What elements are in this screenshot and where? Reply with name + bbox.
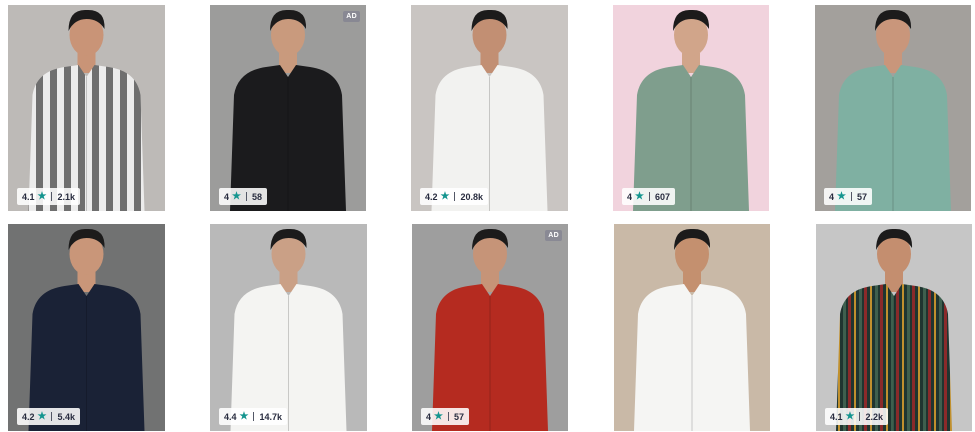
rating-count: 14.7k [259, 411, 283, 422]
product-image [230, 228, 347, 431]
divider [447, 412, 449, 421]
product-card[interactable]: AD 4 ★ 58 [210, 5, 366, 211]
rating-count: 58 [251, 191, 262, 202]
rating-count: 20.8k [460, 191, 484, 202]
star-icon: ★ [845, 410, 855, 422]
divider [51, 412, 53, 421]
star-icon: ★ [837, 190, 846, 202]
product-image [28, 9, 145, 211]
rating-badge: 4 ★ 57 [824, 188, 872, 205]
rating-count: 2.1k [57, 191, 76, 202]
rating-value: 4.2 [425, 191, 438, 202]
rating-badge: 4 ★ 57 [421, 408, 469, 425]
star-icon: ★ [37, 190, 47, 202]
product-image [836, 228, 952, 431]
rating-value: 4.1 [22, 191, 35, 202]
rating-value: 4.2 [22, 411, 35, 422]
star-icon: ★ [635, 190, 644, 202]
rating-count: 607 [654, 191, 671, 202]
ad-badge: AD [545, 230, 562, 241]
product-image [432, 228, 548, 431]
divider [850, 192, 852, 201]
divider [859, 412, 861, 421]
product-card[interactable]: 4.2 ★ 5.4k [8, 224, 165, 431]
rating-value: 4.1 [830, 411, 843, 422]
product-image [230, 9, 346, 211]
rating-count: 57 [856, 191, 867, 202]
rating-badge: 4.2 ★ 20.8k [420, 188, 489, 205]
product-image [28, 228, 145, 431]
rating-count: 5.4k [57, 411, 76, 422]
ad-badge: AD [343, 11, 360, 22]
rating-badge: 4 ★ 607 [622, 188, 676, 205]
star-icon: ★ [37, 410, 47, 422]
rating-value: 4.4 [224, 411, 237, 422]
star-icon: ★ [440, 190, 450, 202]
rating-badge: 4.4 ★ 14.7k [219, 408, 288, 425]
rating-value: 4 [829, 191, 835, 202]
product-image [634, 228, 750, 431]
product-card[interactable]: 4.2 ★ 20.8k [411, 5, 568, 211]
rating-count: 2.2k [865, 411, 884, 422]
product-card[interactable]: 4.1 ★ 2.2k [816, 224, 972, 431]
product-image [431, 9, 548, 211]
divider [454, 192, 456, 201]
divider [253, 412, 255, 421]
product-card[interactable]: 4 ★ 57 [815, 5, 971, 211]
rating-count: 57 [453, 411, 464, 422]
product-card[interactable]: 4.4 ★ 14.7k [210, 224, 367, 431]
product-image [633, 9, 749, 211]
product-card[interactable]: 4 ★ 607 [613, 5, 769, 211]
product-card[interactable]: 4.1 ★ 2.1k [8, 5, 165, 211]
rating-badge: 4 ★ 58 [219, 188, 267, 205]
star-icon: ★ [434, 410, 443, 422]
product-image [835, 9, 951, 211]
rating-value: 4 [224, 191, 230, 202]
rating-badge: 4.1 ★ 2.1k [17, 188, 81, 205]
product-card[interactable] [614, 224, 770, 431]
rating-badge: 4.2 ★ 5.4k [17, 408, 81, 425]
star-icon: ★ [239, 410, 249, 422]
rating-value: 4 [627, 191, 633, 202]
rating-badge: 4.1 ★ 2.2k [825, 408, 889, 425]
divider [245, 192, 247, 201]
divider [51, 192, 53, 201]
product-card[interactable]: AD 4 ★ 57 [412, 224, 568, 431]
star-icon: ★ [232, 190, 241, 202]
divider [648, 192, 650, 201]
rating-value: 4 [426, 411, 432, 422]
